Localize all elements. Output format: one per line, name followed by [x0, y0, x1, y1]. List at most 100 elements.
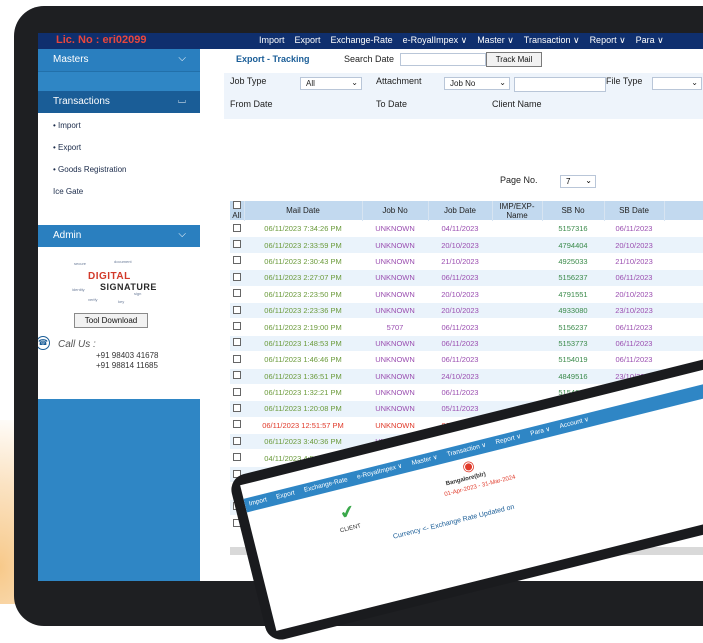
table-row[interactable]: 06/11/2023 7:34:26 PM UNKNOWN 04/11/2023 51… [230, 219, 703, 237]
column-header-mail-date[interactable]: Mail Date [244, 201, 363, 221]
menu-transaction[interactable]: Transaction ∨ [519, 35, 585, 46]
sidebar-item-masters[interactable]: Masters ⌵ [38, 49, 200, 72]
checkbox-icon[interactable] [233, 436, 241, 445]
table-cell: 4933080 [542, 301, 604, 319]
file-type-select[interactable]: ⌄ [652, 77, 702, 90]
attachment-value-input[interactable] [514, 77, 606, 92]
secondary-menu-item[interactable]: Report ∨ [490, 429, 526, 449]
table-row[interactable]: 06/11/2023 1:46:46 PM UNKNOWN 06/11/2023 51… [230, 351, 703, 369]
row-checkbox-cell[interactable] [230, 449, 244, 467]
checkbox-icon[interactable] [233, 453, 241, 462]
table-cell: 5157316 [542, 219, 604, 237]
menu-master[interactable]: Master ∨ [472, 35, 519, 46]
logo-signature-text: SIGNATURE [100, 282, 157, 292]
table-row[interactable]: 06/11/2023 2:27:07 PM UNKNOWN 06/11/2023 51… [230, 269, 703, 287]
table-cell: UNKNOWN [362, 285, 428, 303]
checkbox-icon[interactable] [233, 322, 241, 331]
table-row[interactable]: 06/11/2023 2:30:43 PM UNKNOWN 21/10/2023 49… [230, 252, 703, 270]
row-checkbox-cell[interactable] [230, 351, 244, 369]
table-row[interactable]: 06/11/2023 1:48:53 PM UNKNOWN 06/11/2023 51… [230, 334, 703, 352]
table-cell: C [664, 285, 703, 303]
table-row[interactable]: 06/11/2023 2:23:50 PM UNKNOWN 20/10/2023 47… [230, 285, 703, 303]
submenu-goods-registration[interactable]: • Goods Registration [53, 165, 127, 174]
checkbox-icon[interactable] [233, 354, 241, 363]
table-cell [492, 367, 542, 385]
row-checkbox-cell[interactable] [230, 400, 244, 418]
checkbox-icon[interactable] [233, 403, 241, 412]
table-cell: UNKNOWN [362, 269, 428, 287]
table-row[interactable]: 06/11/2023 2:23:36 PM UNKNOWN 20/10/2023 49… [230, 301, 703, 319]
row-checkbox-cell[interactable] [230, 236, 244, 254]
table-cell: 4925033 [542, 252, 604, 270]
checkbox-icon[interactable] [233, 223, 241, 232]
column-header-sb-date[interactable]: SB Date [604, 201, 665, 221]
row-checkbox-cell[interactable] [230, 416, 244, 434]
row-checkbox-cell[interactable] [230, 383, 244, 401]
checkbox-icon[interactable] [233, 289, 241, 298]
submenu-ice-gate[interactable]: Ice Gate [53, 187, 83, 196]
checkbox-icon[interactable] [233, 305, 241, 314]
secondary-menu-item[interactable]: Exchange-Rate [299, 473, 353, 496]
chevron-down-icon: ⌄ [499, 78, 506, 87]
table-cell: 06/11/2023 7:34:26 PM [244, 219, 362, 237]
row-checkbox-cell[interactable] [230, 433, 244, 450]
checkbox-icon[interactable] [233, 256, 241, 265]
row-checkbox-cell[interactable] [230, 219, 244, 237]
menu-import[interactable]: Import [254, 35, 290, 46]
menu-exchange-rate[interactable]: Exchange-Rate [326, 35, 398, 46]
row-checkbox-cell[interactable] [230, 301, 244, 319]
checkbox-icon[interactable] [233, 420, 241, 429]
job-type-select[interactable]: All ⌄ [300, 77, 362, 90]
submenu-export[interactable]: • Export [53, 143, 81, 152]
secondary-menu-item[interactable]: Master ∨ [406, 450, 442, 470]
table-cell: B [664, 269, 703, 287]
row-checkbox-cell[interactable] [230, 269, 244, 287]
table-row[interactable]: 06/11/2023 2:33:59 PM UNKNOWN 20/10/2023 47… [230, 236, 703, 254]
table-cell: 06/11/2023 [428, 269, 492, 287]
row-checkbox-cell[interactable] [230, 318, 244, 336]
checkbox-icon[interactable] [233, 338, 241, 347]
table-cell: 06/11/2023 [604, 334, 664, 352]
license-number: Lic. No : eri02099 [56, 34, 147, 46]
checkbox-icon[interactable] [233, 272, 241, 281]
column-header-sb-no[interactable]: SB No [542, 201, 605, 221]
table-cell: 5156237 [542, 269, 604, 287]
table-cell [492, 351, 542, 369]
submenu-import[interactable]: • Import [53, 121, 81, 130]
menu-export[interactable]: Export [290, 35, 326, 46]
track-mail-button[interactable]: Track Mail [486, 52, 542, 67]
tool-download-button[interactable]: Tool Download [74, 313, 148, 328]
main-menu: Import Export Exchange-Rate e-RoyalImpex… [254, 35, 669, 46]
secondary-menu-item[interactable]: e-RoyalImpex ∨ [352, 459, 408, 484]
secondary-menu-item[interactable]: Account ∨ [554, 412, 594, 433]
checkmark-icon: ✔ [337, 500, 358, 524]
column-header-job-date[interactable]: Job Date [428, 201, 493, 221]
secondary-menu-item[interactable]: Import [244, 493, 272, 510]
checkbox-icon[interactable] [232, 201, 241, 209]
column-header-imp-exp-name[interactable]: IMP/EXP-Name [492, 201, 543, 221]
column-header-job-no[interactable]: Job No [362, 201, 429, 221]
row-checkbox-cell[interactable] [230, 367, 244, 385]
row-checkbox-cell[interactable] [230, 334, 244, 352]
sidebar-item-transactions[interactable]: Transactions ⌴ [38, 91, 200, 113]
menu-e-royalimpex[interactable]: e-RoyalImpex ∨ [398, 35, 473, 46]
search-date-input[interactable] [400, 53, 486, 66]
checkbox-icon[interactable] [233, 371, 241, 380]
menu-report[interactable]: Report ∨ [585, 35, 631, 46]
table-row[interactable]: 06/11/2023 2:19:00 PM 5707 06/11/2023 51562… [230, 318, 703, 336]
menu-para[interactable]: Para ∨ [631, 35, 669, 46]
select-all-header[interactable]: All [230, 201, 245, 221]
secondary-menu-item[interactable]: Export [271, 487, 300, 504]
row-checkbox-cell[interactable] [230, 285, 244, 303]
checkbox-icon[interactable] [233, 387, 241, 396]
page-number-select[interactable]: 7 ⌄ [560, 175, 596, 188]
table-cell: 5153773 [542, 334, 604, 352]
row-checkbox-cell[interactable] [230, 252, 244, 270]
checkbox-icon[interactable] [233, 240, 241, 249]
table-cell: UNKNOWN [362, 219, 428, 237]
attachment-select[interactable]: Job No ⌄ [444, 77, 510, 90]
table-cell: 21/10/2023 [428, 252, 492, 270]
sidebar-item-admin[interactable]: Admin ⌵ [38, 225, 200, 247]
table-cell [492, 334, 542, 352]
secondary-menu-item[interactable]: Para ∨ [525, 422, 555, 440]
